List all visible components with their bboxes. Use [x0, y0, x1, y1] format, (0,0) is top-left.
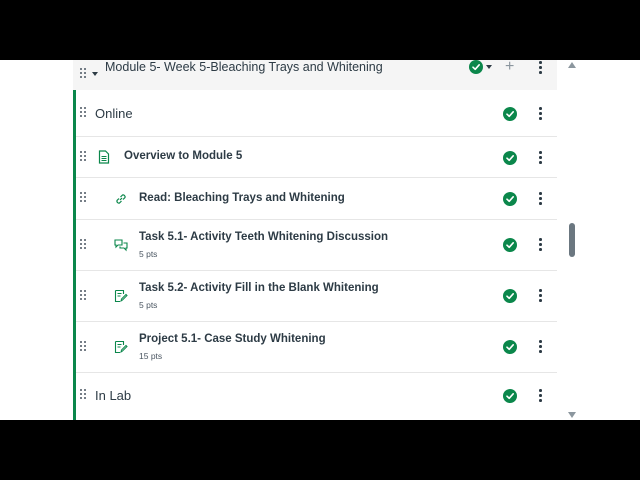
item-title[interactable]: Task 5.1- Activity Teeth Whitening Discu… [139, 231, 388, 243]
list-item[interactable]: Project 5.1- Case Study Whitening 15 pts [76, 322, 557, 373]
drag-handle-icon[interactable] [80, 107, 88, 121]
published-check-icon[interactable] [503, 238, 517, 252]
list-item[interactable]: In Lab [76, 373, 557, 420]
published-check-icon[interactable] [503, 107, 517, 121]
published-check-icon[interactable] [503, 151, 517, 165]
module-page: Module 5- Week 5-Bleaching Trays and Whi… [0, 60, 640, 420]
scroll-down-arrow-icon[interactable] [568, 412, 576, 418]
module-items-list: Online Overview to Module 5 Read: Bleach… [73, 90, 560, 420]
module-title: Module 5- Week 5-Bleaching Trays and Whi… [105, 60, 383, 74]
published-check-icon[interactable] [503, 340, 517, 354]
item-title[interactable]: Project 5.1- Case Study Whitening [139, 333, 326, 345]
publish-menu-caret-icon[interactable] [486, 65, 492, 69]
item-options-icon[interactable] [538, 192, 542, 206]
item-options-icon[interactable] [538, 340, 542, 354]
item-points: 5 pts [139, 249, 158, 259]
drag-handle-icon[interactable] [80, 290, 88, 304]
scrollbar-thumb[interactable] [569, 223, 575, 257]
item-options-icon[interactable] [538, 238, 542, 252]
drag-handle-icon[interactable] [80, 151, 88, 165]
item-title[interactable]: Read: Bleaching Trays and Whitening [139, 192, 345, 204]
item-options-icon[interactable] [538, 107, 542, 121]
drag-handle-icon[interactable] [80, 389, 88, 403]
link-icon [114, 192, 128, 206]
published-check-icon[interactable] [503, 389, 517, 403]
item-options-icon[interactable] [538, 151, 542, 165]
published-check-icon[interactable] [503, 289, 517, 303]
drag-handle-icon[interactable] [80, 239, 88, 253]
scroll-up-arrow-icon[interactable] [568, 62, 576, 68]
assignment-icon [114, 289, 128, 303]
item-title[interactable]: In Lab [95, 388, 131, 403]
item-title[interactable]: Overview to Module 5 [124, 150, 242, 162]
item-title[interactable]: Task 5.2- Activity Fill in the Blank Whi… [139, 282, 379, 294]
document-icon [98, 150, 112, 164]
item-points: 15 pts [139, 351, 163, 361]
collapse-caret-icon[interactable] [92, 72, 98, 76]
list-item[interactable]: Online [76, 90, 557, 137]
item-options-icon[interactable] [538, 289, 542, 303]
assignment-icon [114, 340, 128, 354]
item-options-icon[interactable] [538, 389, 542, 403]
list-item[interactable]: Read: Bleaching Trays and Whitening [76, 178, 557, 220]
drag-handle-icon[interactable] [80, 341, 88, 355]
module-header[interactable]: Module 5- Week 5-Bleaching Trays and Whi… [73, 60, 557, 91]
published-check-icon[interactable] [469, 60, 483, 74]
list-item[interactable]: Task 5.1- Activity Teeth Whitening Discu… [76, 220, 557, 271]
published-check-icon[interactable] [503, 192, 517, 206]
item-points: 5 pts [139, 300, 158, 310]
list-item[interactable]: Overview to Module 5 [76, 137, 557, 178]
discussion-icon [114, 238, 128, 252]
module-options-icon[interactable] [538, 61, 542, 75]
add-item-button[interactable]: + [505, 60, 514, 75]
drag-handle-icon[interactable] [80, 192, 88, 206]
list-item[interactable]: Task 5.2- Activity Fill in the Blank Whi… [76, 271, 557, 322]
item-title[interactable]: Online [95, 106, 133, 121]
drag-handle-icon[interactable] [80, 68, 88, 82]
